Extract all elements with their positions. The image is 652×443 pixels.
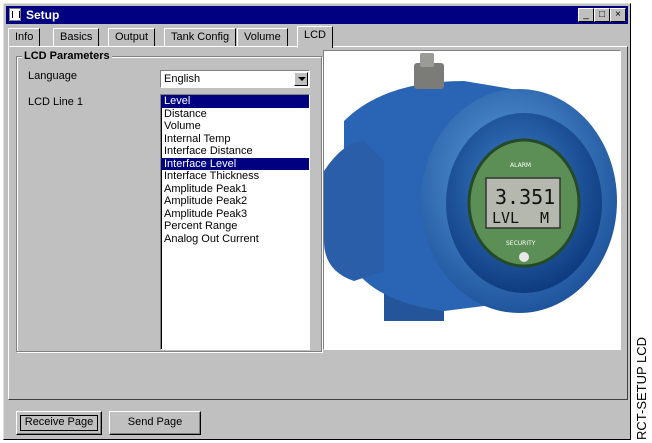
list-item[interactable]: Interface Distance <box>161 145 309 158</box>
receive-page-button[interactable]: Receive Page <box>16 411 102 435</box>
list-item[interactable]: Interface Thickness <box>161 170 309 183</box>
tab-basics[interactable]: Basics <box>53 28 100 46</box>
close-button[interactable]: × <box>610 8 626 22</box>
group-title: LCD Parameters <box>22 50 112 62</box>
list-item[interactable]: Amplitude Peak3 <box>161 208 309 221</box>
tab-strip: Info Basics Output Tank Config Volume LC… <box>8 26 626 48</box>
side-caption: RCT-SETUP LCD <box>634 336 649 440</box>
window-title: Setup <box>26 8 60 22</box>
transmitter-photo: 3.351 LVL M ALARM SECURITY <box>323 50 621 350</box>
tab-info[interactable]: Info <box>8 28 41 46</box>
tab-volume[interactable]: Volume <box>237 28 288 46</box>
lcd-unit: LVL <box>492 209 519 227</box>
tab-lcd[interactable]: LCD <box>297 26 334 48</box>
list-item[interactable]: Amplitude Peak1 <box>161 183 309 196</box>
language-select[interactable]: English <box>160 70 310 88</box>
transmitter-image: 3.351 LVL M ALARM SECURITY <box>324 51 620 349</box>
minimize-button[interactable]: _ <box>578 8 594 22</box>
list-item[interactable]: Percent Range <box>161 220 309 233</box>
list-item[interactable]: Amplitude Peak2 <box>161 195 309 208</box>
lcd-value: 3.351 <box>495 185 555 209</box>
security-label: SECURITY <box>506 240 536 247</box>
list-item[interactable]: Distance <box>161 108 309 121</box>
tab-tank-config[interactable]: Tank Config <box>164 28 237 46</box>
tab-output[interactable]: Output <box>108 28 156 46</box>
list-item[interactable]: Analog Out Current <box>161 233 309 246</box>
list-item[interactable]: Interface Level <box>161 157 309 170</box>
app-icon <box>9 8 21 21</box>
list-item[interactable]: Internal Temp <box>161 133 309 146</box>
lcd-line1-listbox[interactable]: Level Distance Volume Internal Temp Interfac… <box>160 94 310 350</box>
alarm-label: ALARM <box>510 162 531 169</box>
lcd-unit-suffix: M <box>540 209 549 227</box>
language-label: Language <box>28 70 77 82</box>
title-bar: Setup _ □ × <box>6 6 628 24</box>
lcd-line1-label: LCD Line 1 <box>28 96 84 108</box>
list-item[interactable]: Level <box>161 95 309 108</box>
language-value: English <box>164 73 201 85</box>
list-item[interactable]: Volume <box>161 120 309 133</box>
maximize-button[interactable]: □ <box>594 8 610 22</box>
chevron-down-icon[interactable] <box>294 72 308 86</box>
send-page-button[interactable]: Send Page <box>109 411 201 435</box>
